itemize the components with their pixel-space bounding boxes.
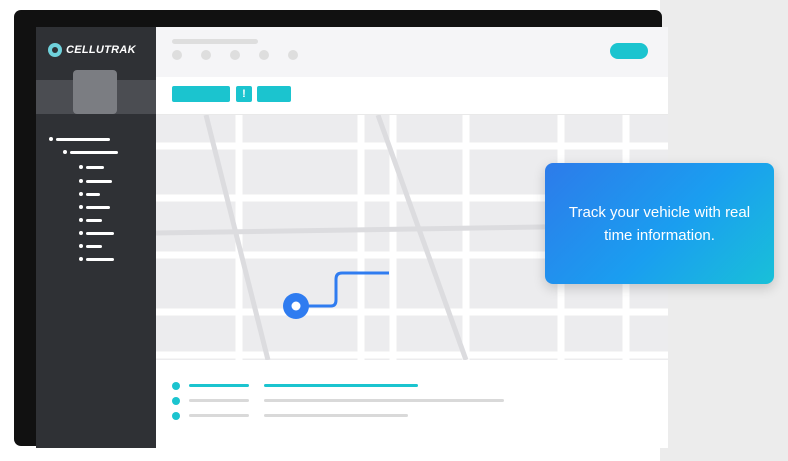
tree-bullet (79, 205, 83, 209)
sidebar-item[interactable] (86, 166, 104, 169)
tooltip-text: Track your vehicle with real time inform… (568, 203, 751, 244)
toolbar-button[interactable] (172, 86, 230, 102)
location-marker-center (291, 301, 301, 311)
tree-bullet (79, 192, 83, 196)
sidebar-item[interactable] (86, 180, 112, 183)
logo-mark-icon (48, 43, 62, 57)
sidebar-item[interactable] (86, 193, 100, 196)
list-item-label (189, 414, 249, 417)
sidebar-item[interactable] (86, 206, 110, 209)
topbar-dot[interactable] (288, 50, 298, 60)
sidebar-item-root[interactable] (56, 138, 110, 141)
list-bullet (172, 382, 180, 390)
tree-bullet (79, 218, 83, 222)
list-bullet (172, 412, 180, 420)
sidebar-item[interactable] (86, 232, 114, 235)
sidebar-item-group[interactable] (70, 151, 118, 154)
sidebar-item[interactable] (86, 219, 102, 222)
breadcrumb (172, 39, 258, 44)
topbar-dot[interactable] (230, 50, 240, 60)
list-item-label (189, 384, 249, 387)
tree-bullet (63, 150, 67, 154)
app-logo[interactable]: CELLUTRAK (48, 43, 136, 57)
logo-text: CELLUTRAK (66, 44, 136, 56)
tree-bullet (79, 165, 83, 169)
list-item-value (264, 384, 418, 387)
tree-bullet (79, 244, 83, 248)
tree-bullet (79, 231, 83, 235)
tree-bullet (79, 257, 83, 261)
tree-bullet (49, 137, 53, 141)
sidebar-item[interactable] (86, 258, 114, 261)
list-bullet (172, 397, 180, 405)
toolbar: ! (156, 77, 668, 115)
tree-bullet (79, 179, 83, 183)
toolbar-button[interactable] (257, 86, 291, 102)
topbar-dot[interactable] (259, 50, 269, 60)
sidebar: CELLUTRAK (36, 27, 156, 448)
top-bar (156, 27, 668, 77)
sidebar-item[interactable] (86, 245, 102, 248)
alert-icon[interactable]: ! (236, 86, 252, 102)
topbar-dot[interactable] (201, 50, 211, 60)
primary-action-button[interactable] (610, 43, 648, 59)
topbar-dot[interactable] (172, 50, 182, 60)
list-item-value (264, 414, 408, 417)
info-tooltip-card: Track your vehicle with real time inform… (545, 163, 774, 284)
list-item-label (189, 399, 249, 402)
avatar[interactable] (73, 70, 117, 114)
vehicle-list (156, 360, 668, 448)
route-path (296, 271, 389, 308)
list-item-value (264, 399, 504, 402)
